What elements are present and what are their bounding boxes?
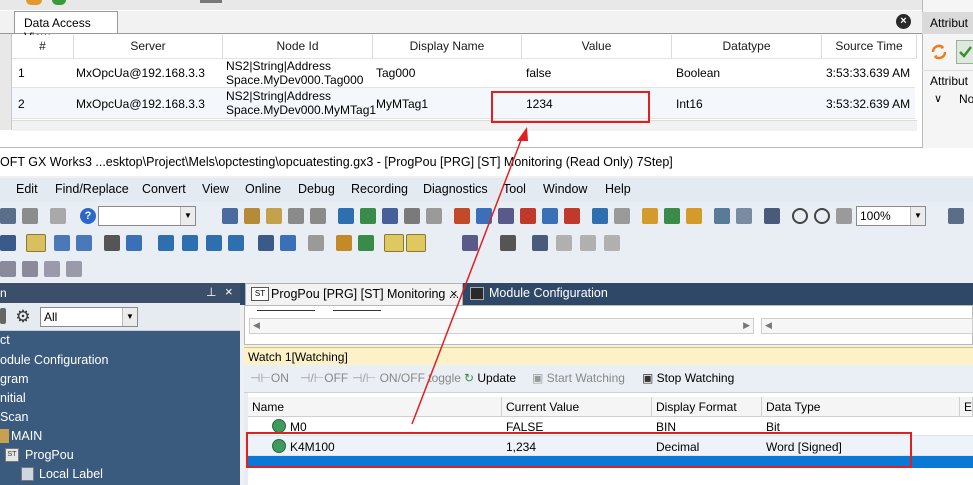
annotation-arrow [411, 127, 528, 425]
